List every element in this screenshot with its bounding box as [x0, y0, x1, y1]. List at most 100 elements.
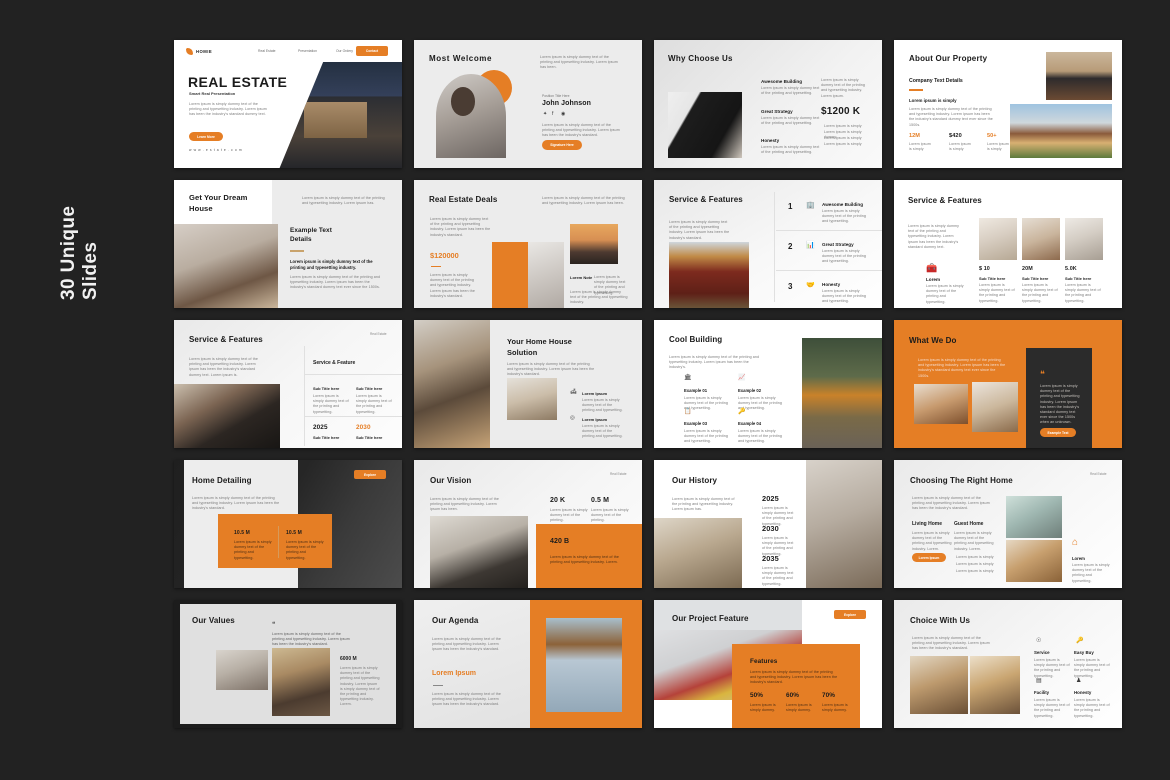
twitter-icon[interactable]: ✦ [543, 112, 547, 117]
nav-item-2[interactable]: Our Ordery [336, 49, 353, 53]
sft-year-0-subtitle: Sub Title here [313, 435, 340, 440]
slide-cover[interactable]: HOMIE Real Estate Presentation Our Order… [174, 40, 402, 168]
history-photo-living [654, 518, 742, 588]
cool-item-0-label: Example 01 [684, 388, 708, 393]
vision-stat-1-text: Lorem ipsum is simply dummy text of the … [591, 508, 629, 523]
slide-our-vision[interactable]: Our Vision Real Estate Lorem ipsum is si… [414, 460, 642, 588]
sfc-card-1-photo [1022, 218, 1060, 260]
wwd-quote: Lorem ipsum is simply dummy text of the … [1040, 384, 1080, 425]
slide-cool-building[interactable]: Cool Building Lorem ipsum is simply dumm… [654, 320, 882, 448]
why-feature-0-text: Lorem ipsum is simply dummy text of the … [761, 86, 820, 96]
welcome-signature-button[interactable]: Signature Here [542, 140, 582, 150]
wwd-title: What We Do [909, 336, 957, 345]
project-panel-body: Lorem ipsum is simply dummy text of the … [750, 670, 838, 685]
choice-item-2-label: Facility [1034, 690, 1050, 695]
sfc-icon-label: Lorem [926, 277, 941, 282]
about-stat-0-value: 12M [909, 133, 920, 139]
project-title: Our Project Feature [672, 614, 749, 623]
history-year-1: 2030 [762, 524, 779, 533]
agenda-sub-body: Lorem ipsum is simply dummy text of the … [432, 692, 502, 707]
cover-learn-more-button[interactable]: Learn More [189, 132, 223, 141]
welcome-title: Most Welcome [429, 54, 493, 63]
choice-title: Choice With Us [910, 616, 970, 625]
solution-body: Lorem ipsum is simply dummy text of the … [507, 362, 595, 377]
wwd-button[interactable]: Example Text [1040, 428, 1076, 437]
slide-our-values[interactable]: Our Values ❝ Lorem ipsum is simply dummy… [174, 600, 402, 728]
vision-photo [430, 516, 528, 588]
project-explore-button[interactable]: Explore [834, 610, 866, 619]
sfn-title: Service & Features [669, 195, 743, 204]
detailing-stat-1-text: Lorem ipsum is simply dummy text of the … [286, 540, 324, 560]
why-photo [668, 92, 742, 158]
values-quote: Lorem ipsum is simply dummy text of the … [272, 632, 350, 647]
cover-cta-button[interactable]: Contact [356, 45, 388, 56]
slide-about-our-property[interactable]: About Our Property Company Text Details … [894, 40, 1122, 168]
deals-photo-sunset [570, 224, 618, 264]
choosing-title: Choosing The Right Home [910, 476, 1013, 485]
choice-body: Lorem ipsum is simply dummy text of the … [912, 636, 990, 651]
nav-item-1[interactable]: Presentation [298, 49, 317, 53]
dream-panel-body: Lorem ipsum is simply dummy text of the … [290, 275, 381, 290]
solution-item-0-label: Lorem Ipsum [582, 391, 608, 396]
choice-item-3-label: Honesty [1074, 690, 1092, 695]
choosing-button[interactable]: Lorem Ipsum [912, 553, 946, 562]
slide-get-your-dream-house[interactable]: Get Your Dream House Lorem ipsum is simp… [174, 180, 402, 308]
cover-body: Lorem ipsum is simply dummy text of the … [189, 102, 267, 117]
solution-title-line1: Your Home House [507, 337, 573, 346]
sfc-title: Service & Features [908, 196, 982, 205]
slide-real-estate-deals[interactable]: Real Estate Deals Lorem ipsum is simply … [414, 180, 642, 308]
agenda-subtitle: Lorem Ipsum [432, 670, 476, 677]
why-bullet-3: Lorem ipsum is simply [824, 142, 862, 146]
nav-item-0[interactable]: Real Estate [258, 49, 276, 53]
choosing-photo-1 [1006, 540, 1062, 582]
home-icon: ⌂ [1072, 537, 1079, 548]
deals-orange-block [492, 242, 528, 308]
history-title: Our History [672, 476, 718, 485]
slide-why-choose-us[interactable]: Why Choose Us Awesome Building Lorem ips… [654, 40, 882, 168]
slide-choice-with-us[interactable]: Choice With Us Lorem ipsum is simply dum… [894, 600, 1122, 728]
brand-name[interactable]: HOMIE [196, 49, 212, 54]
choice-photo-1 [970, 656, 1020, 714]
dream-divider [290, 250, 304, 252]
slide-service-features-numbered[interactable]: Service & Features Lorem ipsum is simply… [654, 180, 882, 308]
instagram-icon[interactable]: ◉ [561, 112, 565, 117]
slide-home-detailing[interactable]: Home Detailing Lorem ipsum is simply dum… [174, 460, 402, 588]
cool-photo [802, 338, 882, 448]
values-stat-value: 6000 M [340, 656, 357, 662]
detailing-explore-button[interactable]: Explore [354, 470, 386, 479]
detailing-stat-0-text: Lorem ipsum is simply dummy text of the … [234, 540, 272, 560]
service-icon: ☉ [1036, 638, 1042, 644]
slide-service-features-cards[interactable]: Service & Features Lorem ipsum is simply… [894, 180, 1122, 308]
slide-choosing-the-right-home[interactable]: Choosing The Right Home Real Estate Lore… [894, 460, 1122, 588]
slide-what-we-do[interactable]: What We Do Lorem ipsum is simply dummy t… [894, 320, 1122, 448]
sfc-card-1-text: Lorem ipsum is simply dummy text of the … [1022, 283, 1058, 303]
sft-cell-0-title: Sub Title here [313, 386, 340, 391]
about-divider [909, 89, 923, 91]
solution-item-1-text: Lorem ipsum is simply dummy text of the … [582, 424, 623, 439]
solution-photo-dining [507, 378, 557, 420]
slide-our-project-feature[interactable]: Our Project Feature Explore Features Lor… [654, 600, 882, 728]
sfc-card-2-photo [1065, 218, 1103, 260]
cover-cta-label: Contact [365, 48, 379, 53]
honesty-icon: ♟ [1076, 678, 1082, 684]
slide-service-features-table[interactable]: Service & Features Real Estate Lorem ips… [174, 320, 402, 448]
history-year-0: 2025 [762, 494, 779, 503]
slide-our-history[interactable]: Our History Lorem ipsum is simply dummy … [654, 460, 882, 588]
sfn-rule-1 [776, 270, 882, 271]
slide-your-home-house-solution[interactable]: Your Home House Solution Lorem ipsum is … [414, 320, 642, 448]
sfc-body: Lorem ipsum is simply dummy text of the … [908, 224, 960, 249]
facebook-icon[interactable]: f [552, 112, 553, 117]
why-title: Why Choose Us [668, 54, 733, 63]
deals-price-body: Lorem ipsum is simply dummy text of the … [430, 273, 475, 298]
sfc-card-2-subtitle: Sub Title here [1065, 276, 1092, 281]
choice-photo-0 [910, 656, 968, 714]
slide-our-agenda[interactable]: Our Agenda Lorem ipsum is simply dummy t… [414, 600, 642, 728]
choice-item-2-text: Lorem ipsum is simply dummy text of the … [1034, 698, 1070, 718]
choosing-side-label: Lorem [1072, 556, 1085, 561]
history-body: Lorem ipsum is simply dummy text of the … [672, 497, 735, 512]
side-label-line1: 30 Unique [58, 205, 79, 300]
choosing-col-0-text: Lorem ipsum is simply dummy text of the … [912, 531, 952, 551]
choosing-photo-0 [1006, 496, 1062, 538]
sfc-card-0-text: Lorem ipsum is simply dummy text of the … [979, 283, 1015, 303]
slide-most-welcome[interactable]: Most Welcome Lorem ipsum is simply dummy… [414, 40, 642, 168]
